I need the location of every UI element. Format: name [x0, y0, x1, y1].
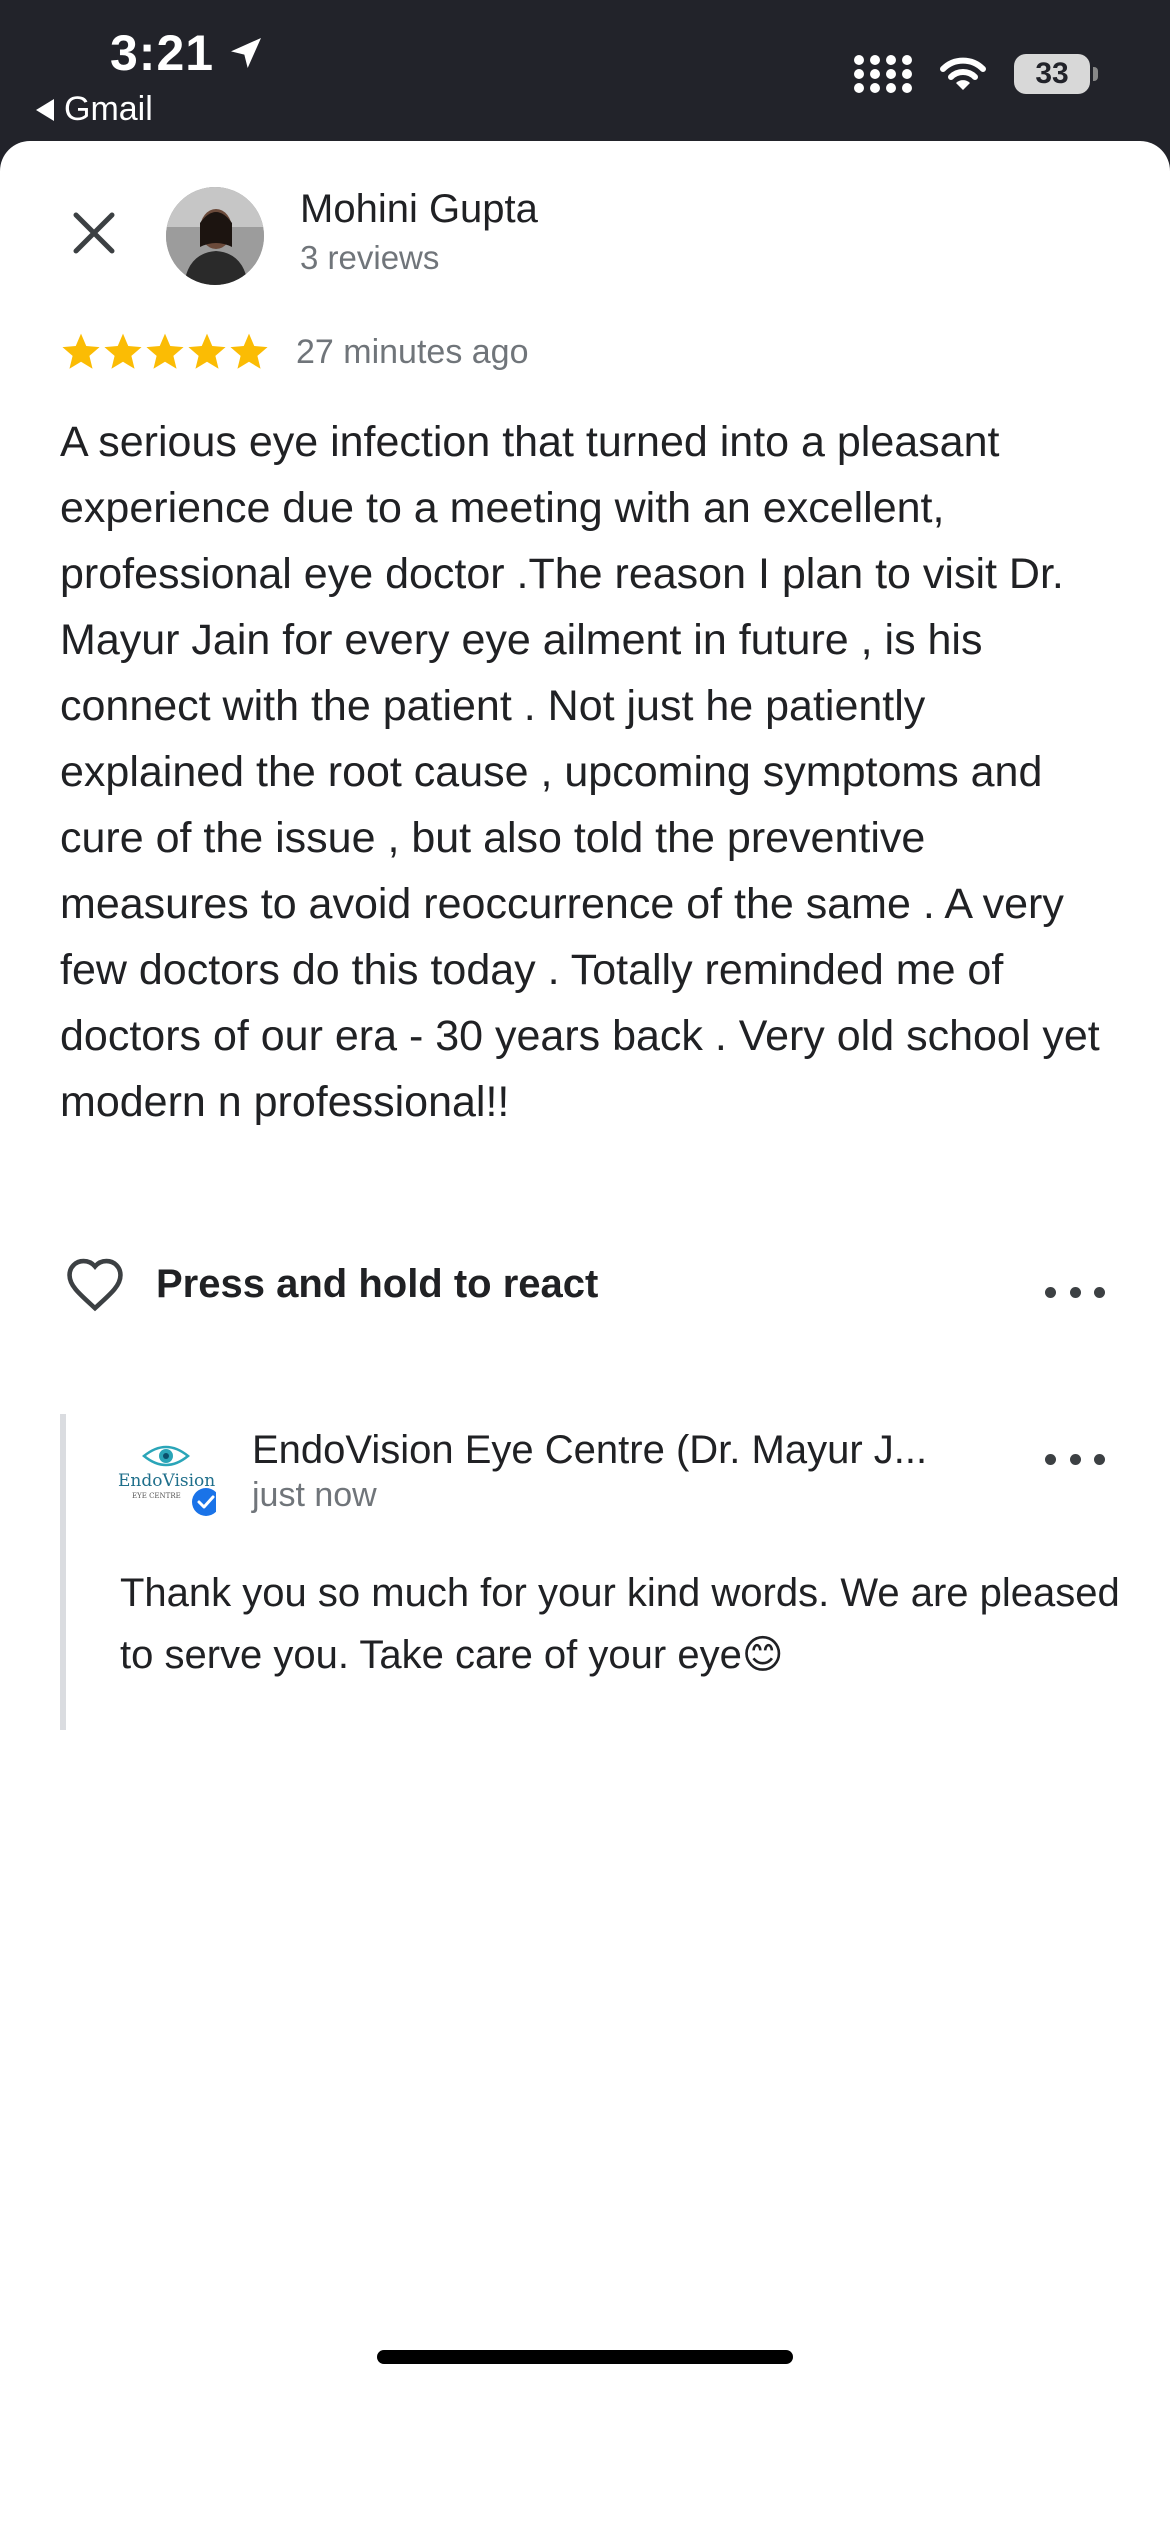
- back-triangle-icon: [36, 98, 54, 121]
- location-arrow-icon: [231, 38, 262, 68]
- reply-time: just now: [252, 1476, 377, 1514]
- eye-logo-icon: EndoVision EYE CENTRE: [118, 1445, 220, 1516]
- avatar[interactable]: [166, 187, 264, 285]
- heart-icon: [67, 1258, 123, 1312]
- reply-text: Thank you so much for your kind words. W…: [120, 1571, 1120, 1677]
- owner-name[interactable]: EndoVision Eye Centre (Dr. Mayur J...: [252, 1428, 927, 1473]
- owner-reply: EndoVision EYE CENTRE EndoVision Eye Cen…: [60, 1414, 1120, 1730]
- star-icon: [146, 333, 184, 369]
- star-icon: [188, 333, 226, 369]
- review-sheet: Mohini Gupta 3 reviews 27 minutes ago A …: [0, 141, 1170, 2532]
- star-icon: [62, 333, 100, 369]
- star-icon: [104, 333, 142, 369]
- reviewer-review-count: 3 reviews: [300, 239, 440, 276]
- logo-text-sub: EYE CENTRE: [132, 1492, 181, 1500]
- verified-badge-icon: [192, 1488, 220, 1516]
- wifi-icon: [940, 57, 986, 90]
- cellular-signal-icon: [854, 55, 912, 93]
- logo-text-brand: EndoVision: [118, 1471, 215, 1491]
- status-time-text: 3:21: [110, 25, 215, 81]
- status-indicators: 33: [854, 54, 1098, 94]
- owner-logo: EndoVision EYE CENTRE: [116, 1436, 220, 1516]
- reply-more-options-icon[interactable]: [1045, 1444, 1105, 1474]
- review-more-options-icon[interactable]: [1045, 1277, 1105, 1307]
- review-text: A serious eye infection that turned into…: [60, 418, 1100, 1126]
- reviewer-name[interactable]: Mohini Gupta: [300, 187, 538, 232]
- avatar-image: [166, 187, 264, 285]
- star-icon: [230, 333, 268, 369]
- react-label: Press and hold to react: [156, 1261, 599, 1306]
- close-icon[interactable]: [66, 205, 122, 261]
- home-indicator[interactable]: [377, 2350, 793, 2364]
- rating-row: 27 minutes ago: [60, 331, 529, 373]
- status-time: 3:21: [110, 24, 266, 82]
- back-to-gmail-link[interactable]: Gmail: [36, 90, 153, 129]
- status-bar: 3:21 Gmail 33: [0, 0, 1170, 140]
- back-app-label: Gmail: [64, 90, 153, 128]
- review-time: 27 minutes ago: [296, 332, 529, 371]
- battery-level: 33: [1035, 57, 1069, 90]
- react-button[interactable]: Press and hold to react: [64, 1256, 598, 1312]
- battery-icon: 33: [1014, 54, 1098, 94]
